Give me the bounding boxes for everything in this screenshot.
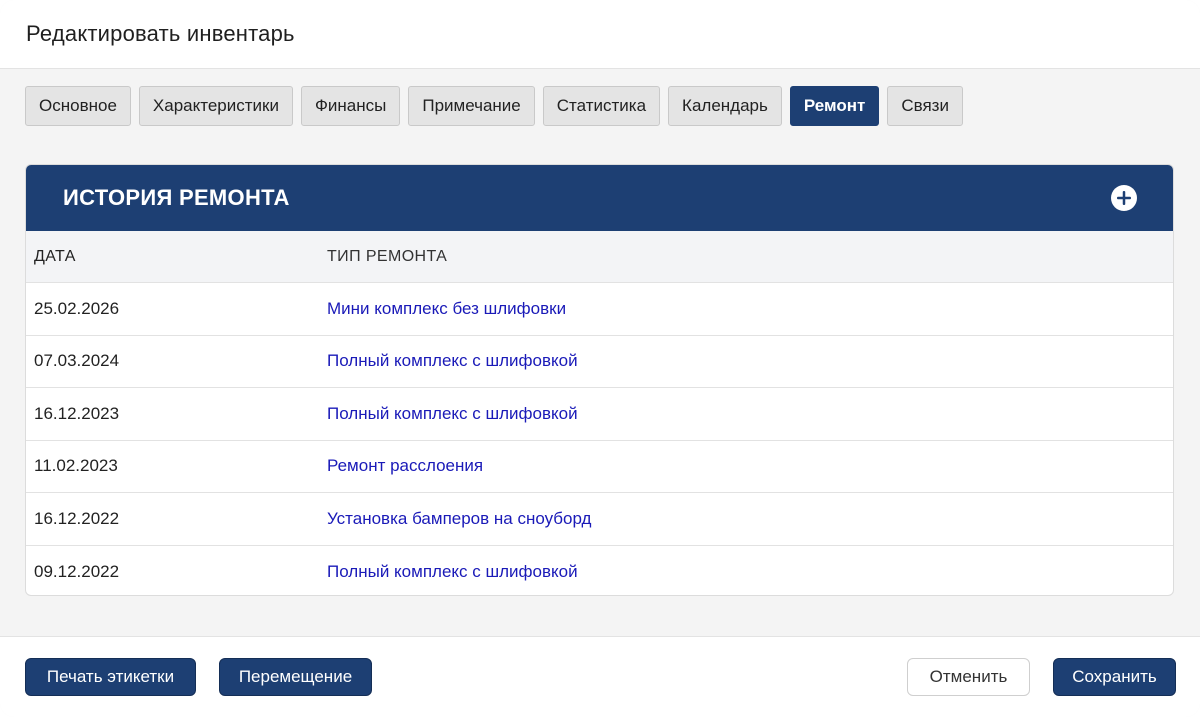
tab-repair[interactable]: Ремонт: [789, 86, 880, 126]
repair-type-link[interactable]: Установка бамперов на сноуборд: [327, 509, 591, 528]
repair-date: 25.02.2026: [34, 298, 120, 318]
tab-statistics[interactable]: Статистика: [542, 86, 661, 126]
repair-date: 11.02.2023: [34, 456, 118, 476]
tab-relations[interactable]: Связи: [887, 86, 963, 126]
table-row: 16.12.2022 Установка бамперов на сноубор…: [26, 493, 1173, 546]
dialog-footer: Печать этикетки Перемещение Отменить Сох…: [0, 636, 1200, 717]
dialog-header: Редактировать инвентарь: [0, 0, 1200, 69]
table-row: 09.12.2022 Полный комплекс с шлифовкой: [26, 546, 1173, 596]
tab-calendar[interactable]: Календарь: [668, 86, 782, 126]
dialog-title: Редактировать инвентарь: [26, 21, 295, 46]
print-label-button[interactable]: Печать этикетки: [25, 658, 196, 696]
tab-notes[interactable]: Примечание: [408, 86, 535, 126]
table-header-row: ДАТА ТИП РЕМОНТА: [26, 231, 1173, 283]
save-button[interactable]: Сохранить: [1053, 658, 1176, 696]
tab-characteristics[interactable]: Характеристики: [138, 86, 293, 126]
add-repair-button[interactable]: [1111, 185, 1137, 211]
repair-history-panel: ИСТОРИЯ РЕМОНТА ДАТА ТИП РЕМОНТА 25.02.2…: [25, 164, 1174, 596]
table-row: 25.02.2026 Мини комплекс без шлифовки: [26, 283, 1173, 336]
repair-date: 07.03.2024: [34, 351, 120, 371]
tab-bar: Основное Характеристики Финансы Примечан…: [25, 86, 963, 126]
table-row: 07.03.2024 Полный комплекс с шлифовкой: [26, 336, 1173, 388]
column-header-date: ДАТА: [34, 247, 76, 265]
repair-history-title: ИСТОРИЯ РЕМОНТА: [63, 185, 290, 210]
tab-finance[interactable]: Финансы: [300, 86, 401, 126]
plus-circle-icon: [1117, 191, 1131, 205]
repair-type-link[interactable]: Ремонт расслоения: [327, 456, 483, 475]
edit-inventory-dialog: Редактировать инвентарь Основное Характе…: [0, 0, 1200, 717]
tab-main[interactable]: Основное: [25, 86, 131, 126]
table-row: 16.12.2023 Полный комплекс с шлифовкой: [26, 388, 1173, 441]
repair-history-header: ИСТОРИЯ РЕМОНТА: [26, 165, 1173, 231]
cancel-button[interactable]: Отменить: [907, 658, 1030, 696]
repair-date: 16.12.2022: [34, 508, 120, 528]
table-row: 11.02.2023 Ремонт расслоения: [26, 441, 1173, 493]
repair-date: 09.12.2022: [34, 561, 120, 581]
repair-type-link[interactable]: Полный комплекс с шлифовкой: [327, 562, 578, 581]
column-header-type: ТИП РЕМОНТА: [327, 247, 448, 265]
repair-type-link[interactable]: Полный комплекс с шлифовкой: [327, 404, 578, 423]
move-button[interactable]: Перемещение: [219, 658, 372, 696]
repair-date: 16.12.2023: [34, 403, 120, 423]
repair-type-link[interactable]: Мини комплекс без шлифовки: [327, 299, 566, 318]
repair-type-link[interactable]: Полный комплекс с шлифовкой: [327, 351, 578, 370]
